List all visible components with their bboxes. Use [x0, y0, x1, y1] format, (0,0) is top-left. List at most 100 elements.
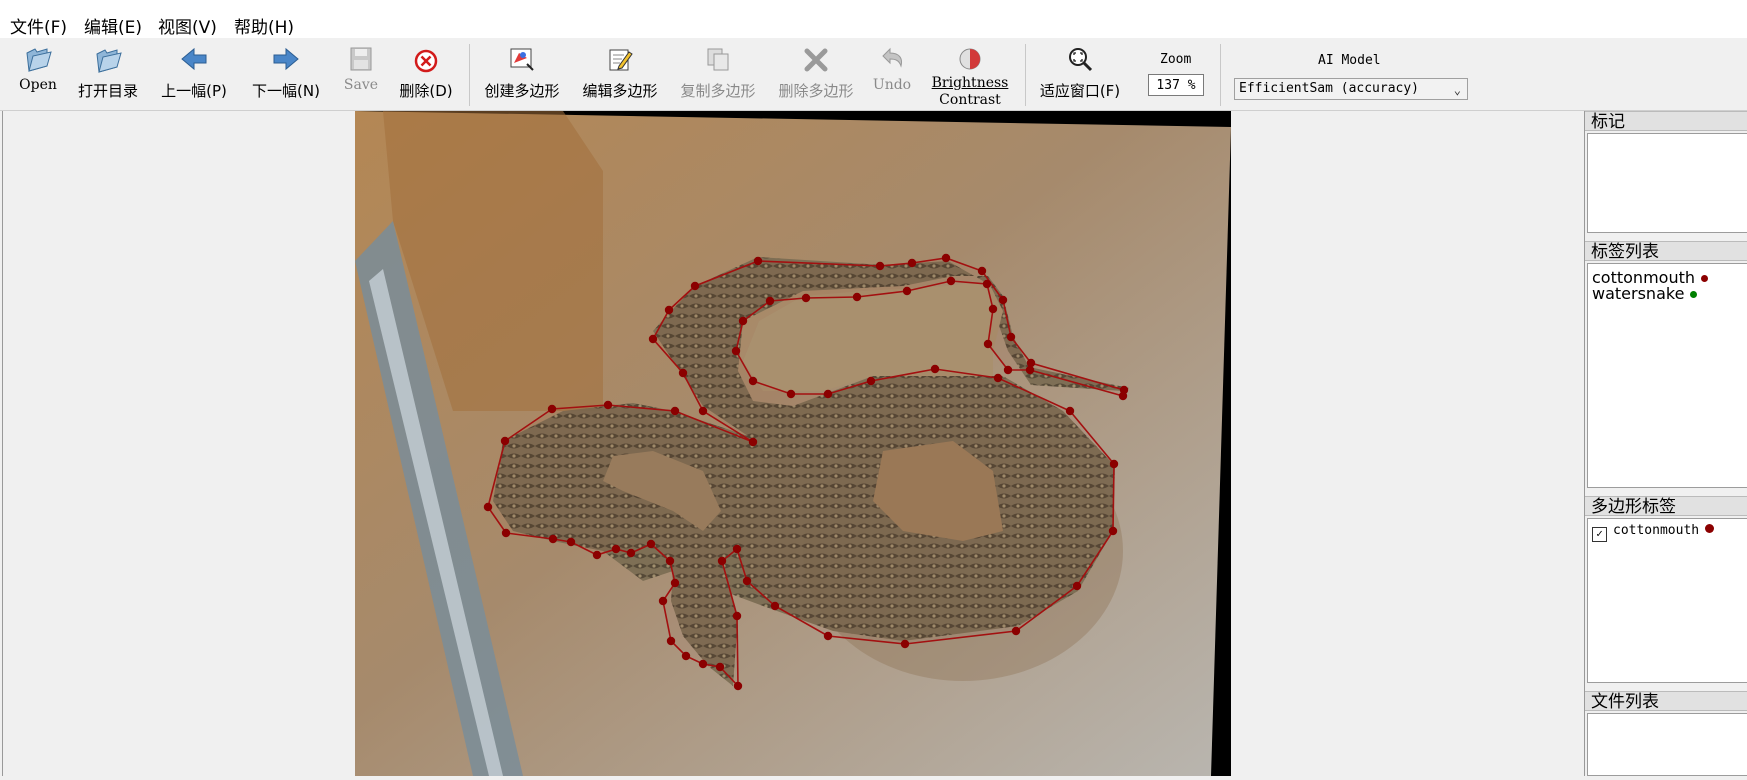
polygon-vertex[interactable]	[770, 601, 780, 611]
polygon-vertex[interactable]	[592, 550, 602, 560]
polygon-vertex[interactable]	[742, 576, 752, 586]
polygon-vertex[interactable]	[993, 373, 1003, 383]
brightness-contrast-button[interactable]: Brightness Contrast	[928, 40, 1012, 108]
polygon-vertex[interactable]	[875, 261, 885, 271]
polygon-vertex[interactable]	[690, 281, 700, 291]
polygon-vertex[interactable]	[998, 295, 1008, 305]
fit-window-button[interactable]: 适应窗口(F)	[1036, 40, 1124, 106]
polygon-item[interactable]: ✓ cottonmouth	[1592, 523, 1715, 542]
polygon-vertex[interactable]	[823, 631, 833, 641]
prev-image-button[interactable]: 上一幅(P)	[158, 40, 230, 106]
polygon-vertex[interactable]	[977, 266, 987, 276]
polygon-vertex[interactable]	[670, 578, 680, 588]
polygon-vertex[interactable]	[664, 305, 674, 315]
polygon-vertex[interactable]	[666, 636, 676, 646]
polygon-vertex[interactable]	[500, 436, 510, 446]
polygon-vertex[interactable]	[681, 651, 691, 661]
polygon-vertex[interactable]	[748, 437, 758, 447]
files-panel[interactable]	[1587, 713, 1747, 776]
polygon-vertex[interactable]	[738, 316, 748, 326]
open-dir-button[interactable]: 打开目录	[74, 40, 142, 106]
flags-panel[interactable]	[1587, 133, 1747, 233]
menu-help[interactable]: 帮助(H)	[232, 13, 296, 38]
polygon-vertex[interactable]	[698, 406, 708, 416]
polygon-vertex[interactable]	[900, 639, 910, 649]
polygon-vertex[interactable]	[1109, 459, 1119, 469]
polygon-vertex[interactable]	[717, 556, 727, 566]
label-name: watersnake	[1592, 284, 1685, 303]
polygon-vertex[interactable]	[566, 537, 576, 547]
open-button[interactable]: Open	[12, 40, 64, 106]
polygon-vertex[interactable]	[670, 406, 680, 416]
polygon-vertex[interactable]	[852, 292, 862, 302]
save-button[interactable]: Save	[340, 40, 382, 106]
polygon-vertex[interactable]	[1065, 406, 1075, 416]
polygon-vertex[interactable]	[732, 611, 742, 621]
polygons-panel[interactable]: ✓ cottonmouth	[1587, 518, 1747, 683]
polygon-vertex[interactable]	[483, 502, 493, 512]
polygon-vertex[interactable]	[603, 400, 613, 410]
polygon-vertex[interactable]	[1003, 365, 1013, 375]
undo-button[interactable]: Undo	[872, 40, 912, 106]
polygon-vertex[interactable]	[611, 544, 621, 554]
polygon-vertex[interactable]	[941, 253, 951, 263]
polygon-vertex[interactable]	[946, 276, 956, 286]
polygon-vertex[interactable]	[665, 556, 675, 566]
polygon-vertex[interactable]	[732, 544, 742, 554]
polygon-vertex[interactable]	[1025, 365, 1035, 375]
delete-circle-icon	[414, 49, 438, 73]
polygon-vertex[interactable]	[1011, 626, 1021, 636]
copy-polygon-button[interactable]: 复制多边形	[678, 40, 758, 106]
folder-icon	[96, 49, 122, 73]
menu-bar: 文件(F) 编辑(E) 视图(V) 帮助(H)	[0, 8, 1747, 38]
polygon-vertex[interactable]	[1006, 332, 1016, 342]
toolbar-separator	[1025, 44, 1026, 106]
polygon-vertex[interactable]	[983, 339, 993, 349]
label-item[interactable]: watersnake	[1592, 284, 1698, 303]
polygon-vertex[interactable]	[698, 659, 708, 669]
polygon-vertex[interactable]	[733, 681, 743, 691]
delete-file-button[interactable]: 删除(D)	[398, 40, 454, 106]
polygon-vertex[interactable]	[930, 364, 940, 374]
polygon-vertex[interactable]	[548, 534, 558, 544]
floppy-icon	[350, 47, 372, 71]
arrow-left-icon	[181, 47, 207, 71]
polygon-vertex[interactable]	[866, 376, 876, 386]
menu-edit[interactable]: 编辑(E)	[82, 13, 144, 38]
zoom-input[interactable]: 137 %	[1148, 74, 1204, 96]
polygon-checkbox[interactable]: ✓	[1592, 527, 1607, 542]
polygon-vertex[interactable]	[765, 296, 775, 306]
labels-panel[interactable]: cottonmouth watersnake	[1587, 263, 1747, 488]
polygon-vertex[interactable]	[907, 258, 917, 268]
polygon-vertex[interactable]	[547, 404, 557, 414]
toolbar: Open 打开目录 上一幅(P) 下一幅(N) Save 删除(D) 创建多边形…	[0, 38, 1747, 111]
ai-model-select[interactable]: EfficientSam (accuracy) ⌄	[1234, 78, 1468, 100]
polygon-vertex[interactable]	[748, 376, 758, 386]
polygon-vertex[interactable]	[982, 279, 992, 289]
polygon-vertex[interactable]	[801, 293, 811, 303]
polygon-vertex[interactable]	[658, 596, 668, 606]
menu-file[interactable]: 文件(F)	[8, 13, 69, 38]
edit-polygon-button[interactable]: 编辑多边形	[580, 40, 660, 106]
polygon-vertex[interactable]	[715, 662, 725, 672]
create-polygon-button[interactable]: 创建多边形	[482, 40, 562, 106]
delete-polygon-button[interactable]: 删除多边形	[776, 40, 856, 106]
polygon-vertex[interactable]	[648, 334, 658, 344]
image-canvas[interactable]	[2, 111, 1582, 776]
polygon-vertex[interactable]	[731, 346, 741, 356]
polygon-vertex[interactable]	[1108, 526, 1118, 536]
polygon-vertex[interactable]	[988, 304, 998, 314]
polygon-vertex[interactable]	[902, 286, 912, 296]
polygon-vertex[interactable]	[1118, 391, 1128, 401]
polygon-vertex[interactable]	[786, 389, 796, 399]
polygon-vertex[interactable]	[626, 548, 636, 558]
create-polygon-label: 创建多边形	[484, 82, 560, 100]
polygon-vertex[interactable]	[501, 528, 511, 538]
menu-view[interactable]: 视图(V)	[156, 13, 219, 38]
polygon-vertex[interactable]	[646, 539, 656, 549]
polygon-vertex[interactable]	[753, 256, 763, 266]
polygon-vertex[interactable]	[1072, 581, 1082, 591]
polygon-vertex[interactable]	[823, 389, 833, 399]
polygon-vertex[interactable]	[678, 368, 688, 378]
next-image-button[interactable]: 下一幅(N)	[250, 40, 322, 106]
